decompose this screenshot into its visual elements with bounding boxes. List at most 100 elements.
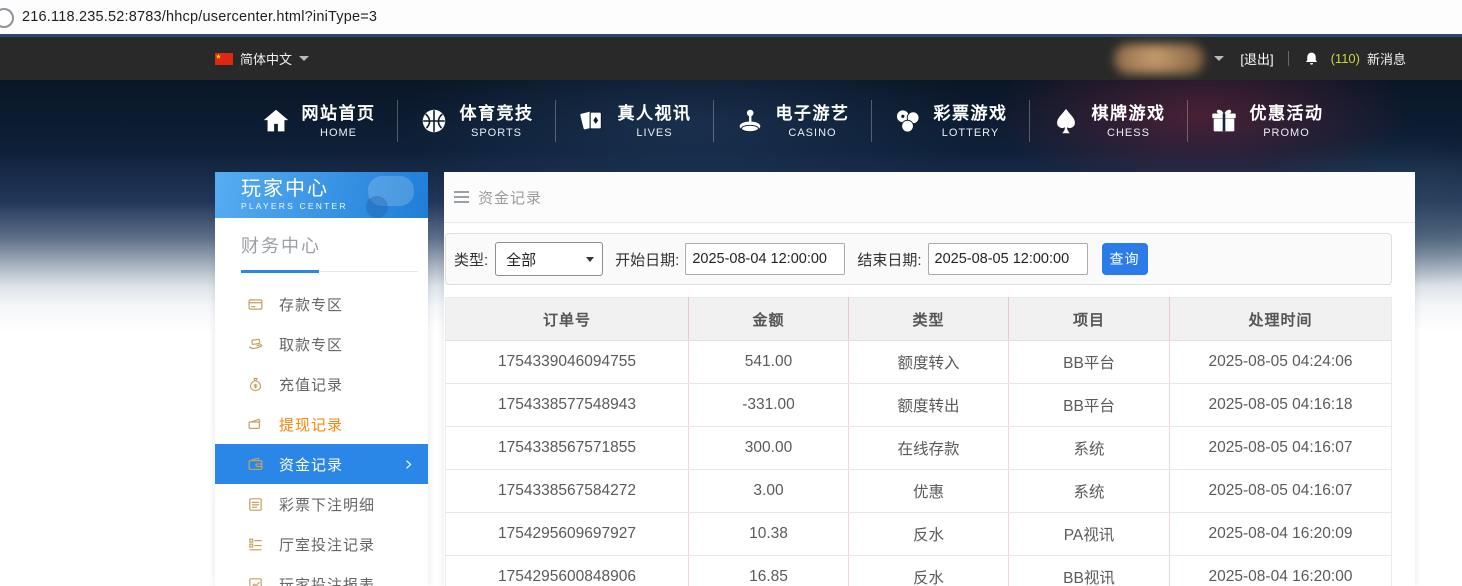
- caret-down-icon[interactable]: [1214, 56, 1224, 61]
- sidebar-title: 玩家中心: [241, 177, 428, 201]
- amount-cell: 300.00: [689, 427, 849, 470]
- type-select[interactable]: 全部: [495, 242, 603, 276]
- sidebar-item-label: 存款专区: [279, 294, 343, 315]
- recharge-icon: [247, 376, 264, 393]
- nav-item-label-en: CASINO: [776, 127, 850, 139]
- table-row: 1754295600848906 16.85 反水 BB视讯 2025-08-0…: [446, 556, 1392, 586]
- nav-item[interactable]: 电子游艺 CASINO: [735, 103, 850, 138]
- caret-down-icon: [299, 56, 309, 61]
- nav-divider: [871, 100, 872, 142]
- nav-item[interactable]: 网站首页 HOME: [261, 103, 376, 138]
- end-date-label: 结束日期:: [857, 249, 921, 270]
- browser-address-bar[interactable]: 216.118.235.52:8783/hhcp/usercenter.html…: [0, 0, 1462, 37]
- sports-icon: [419, 106, 449, 136]
- cn-flag-icon: [215, 53, 233, 65]
- logout-button[interactable]: [退出]: [1240, 49, 1273, 68]
- column-header: 金额: [689, 298, 849, 341]
- nav-item[interactable]: 真人视讯 LIVES: [577, 103, 692, 138]
- type-cell: 反水: [849, 556, 1009, 586]
- nav-item[interactable]: 优惠活动 PROMO: [1209, 103, 1324, 138]
- start-date-input[interactable]: [685, 243, 845, 275]
- message-count[interactable]: (110): [1331, 51, 1360, 66]
- sidebar-item[interactable]: 彩票下注明细: [215, 484, 428, 524]
- player-center-sidebar: 玩家中心 PLAYERS CENTER 财务中心 存款专区 取款专区 充值记录: [215, 172, 428, 586]
- project-cell: PA视讯: [1009, 513, 1170, 556]
- column-header: 订单号: [446, 298, 689, 341]
- sidebar-item[interactable]: 提现记录: [215, 404, 428, 444]
- time-cell: 2025-08-05 04:16:07: [1170, 470, 1392, 513]
- nav-item[interactable]: 体育竞技 SPORTS: [419, 103, 534, 138]
- sidebar-header: 玩家中心 PLAYERS CENTER: [215, 172, 428, 218]
- order-number-cell: 1754295600848906: [446, 556, 689, 586]
- table-row: 1754338567571855 300.00 在线存款 系统 2025-08-…: [446, 427, 1392, 470]
- time-cell: 2025-08-04 16:20:09: [1170, 513, 1392, 556]
- nav-item-label-zh: 棋牌游戏: [1092, 103, 1166, 124]
- chevron-right-icon: [403, 459, 414, 470]
- sidebar-item[interactable]: 充值记录: [215, 364, 428, 404]
- sidebar-item[interactable]: 厅室投注记录: [215, 524, 428, 564]
- notification-bell-icon[interactable]: [1303, 50, 1320, 68]
- table-row: 1754338577548943 -331.00 额度转出 BB平台 2025-…: [446, 384, 1392, 427]
- type-label: 类型:: [454, 249, 488, 270]
- url-text[interactable]: 216.118.235.52:8783/hhcp/usercenter.html…: [22, 9, 377, 25]
- nav-divider: [1187, 100, 1188, 142]
- top-account-bar: 简体中文 [退出] (110) 新消息: [0, 37, 1462, 80]
- section-underline: [241, 268, 418, 272]
- sidebar-item-label: 资金记录: [279, 454, 343, 475]
- type-cell: 在线存款: [849, 427, 1009, 470]
- amount-cell: -331.00: [689, 384, 849, 427]
- time-cell: 2025-08-05 04:16:18: [1170, 384, 1392, 427]
- sidebar-subtitle: PLAYERS CENTER: [241, 201, 428, 211]
- divider: [1288, 51, 1289, 66]
- project-cell: BB视讯: [1009, 556, 1170, 586]
- nav-item-label-en: CHESS: [1092, 127, 1166, 139]
- user-avatar[interactable]: [1114, 44, 1204, 74]
- nav-item-label-en: LOTTERY: [934, 127, 1008, 139]
- nav-divider: [713, 100, 714, 142]
- amount-cell: 16.85: [689, 556, 849, 586]
- site-info-icon[interactable]: [0, 8, 14, 28]
- sidebar-item-label: 取款专区: [279, 334, 343, 355]
- sidebar-item[interactable]: 取款专区: [215, 324, 428, 364]
- table-row: 1754295609697927 10.38 反水 PA视讯 2025-08-0…: [446, 513, 1392, 556]
- project-cell: BB平台: [1009, 384, 1170, 427]
- filter-bar: 类型: 全部 开始日期: 结束日期: 查询: [445, 233, 1392, 285]
- type-cell: 优惠: [849, 470, 1009, 513]
- sidebar-item[interactable]: 玩家投注报表: [215, 564, 428, 586]
- nav-item-label-zh: 真人视讯: [618, 103, 692, 124]
- home-icon: [261, 106, 291, 136]
- search-button[interactable]: 查询: [1102, 243, 1148, 275]
- end-date-input[interactable]: [928, 243, 1088, 275]
- sidebar-item-label: 充值记录: [279, 374, 343, 395]
- nav-item[interactable]: 彩票游戏 LOTTERY: [893, 103, 1008, 138]
- time-cell: 2025-08-05 04:24:06: [1170, 341, 1392, 384]
- sidebar-item-label: 彩票下注明细: [279, 494, 375, 515]
- hall-bet-icon: [247, 536, 264, 553]
- time-cell: 2025-08-04 16:20:00: [1170, 556, 1392, 586]
- nav-divider: [397, 100, 398, 142]
- time-cell: 2025-08-05 04:16:07: [1170, 427, 1392, 470]
- order-number-cell: 1754338577548943: [446, 384, 689, 427]
- amount-cell: 10.38: [689, 513, 849, 556]
- funds-icon: [247, 456, 264, 473]
- type-cell: 反水: [849, 513, 1009, 556]
- language-label: 简体中文: [240, 49, 292, 68]
- page-title: 资金记录: [478, 187, 542, 208]
- sidebar-menu: 存款专区 取款专区 充值记录 提现记录: [215, 284, 428, 586]
- order-number-cell: 1754295609697927: [446, 513, 689, 556]
- message-label[interactable]: 新消息: [1367, 49, 1406, 68]
- order-number-cell: 1754338567571855: [446, 427, 689, 470]
- sidebar-item[interactable]: 资金记录: [215, 444, 428, 484]
- type-select-value: 全部: [506, 249, 536, 270]
- deposit-icon: [247, 296, 264, 313]
- order-number-cell: 1754338567584272: [446, 470, 689, 513]
- column-header: 项目: [1009, 298, 1170, 341]
- nav-item[interactable]: 棋牌游戏 CHESS: [1051, 103, 1166, 138]
- nav-item-label-zh: 电子游艺: [776, 103, 850, 124]
- language-selector[interactable]: 简体中文: [215, 37, 309, 80]
- nav-item-label-en: HOME: [302, 127, 376, 139]
- project-cell: 系统: [1009, 427, 1170, 470]
- nav-item-label-en: LIVES: [618, 127, 692, 139]
- sidebar-item[interactable]: 存款专区: [215, 284, 428, 324]
- amount-cell: 541.00: [689, 341, 849, 384]
